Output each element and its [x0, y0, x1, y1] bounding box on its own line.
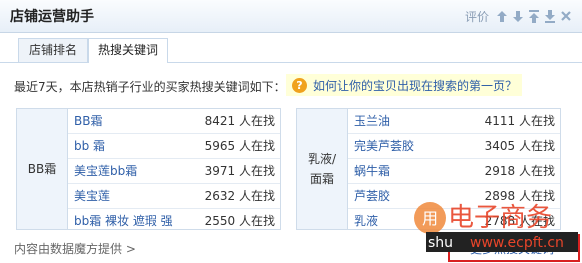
- category-line-2: 面霜: [309, 172, 334, 186]
- search-count: 2550 人在找: [204, 214, 275, 228]
- question-link[interactable]: 如何让你的宝贝出现在搜索的第一页？: [313, 77, 517, 94]
- question-icon: ?: [292, 77, 307, 93]
- move-bottom-icon[interactable]: [544, 10, 556, 23]
- category-label: BB霜: [17, 109, 68, 229]
- keyword-link[interactable]: bb 霜: [74, 134, 105, 158]
- watermark-logo: 用 电子商务 shu www.ecpft.cn: [414, 202, 578, 252]
- table-row: BB霜 8421 人在找: [68, 109, 280, 134]
- keyword-link[interactable]: bb霜 裸妆 遮瑕 强: [74, 209, 173, 233]
- data-source-link[interactable]: 内容由数据魔方提供 >: [14, 240, 136, 257]
- svg-text:电子商务: 电子商务: [448, 203, 552, 233]
- search-count: 2632 人在找: [204, 189, 275, 203]
- move-down-icon[interactable]: [512, 10, 524, 23]
- close-icon[interactable]: [560, 10, 572, 23]
- move-top-icon[interactable]: [528, 10, 540, 23]
- category-line-1: 乳液/: [307, 152, 337, 166]
- tab-bar: 店铺排名 热搜关键词: [0, 38, 582, 63]
- table-row: 蜗牛霜 2918 人在找: [348, 159, 560, 184]
- table-row: bb霜 裸妆 遮瑕 强 2550 人在找: [68, 209, 280, 233]
- keyword-link[interactable]: 美宝莲: [74, 184, 110, 208]
- question-box: ? 如何让你的宝贝出现在搜索的第一页？: [286, 74, 522, 96]
- panel-header: 店铺运营助手 评价: [0, 0, 582, 33]
- svg-text:shu: shu: [428, 235, 453, 251]
- category-label: 乳液/面霜: [297, 109, 348, 229]
- search-count: 2918 人在找: [484, 164, 555, 178]
- header-actions: 评价: [465, 8, 572, 25]
- svg-text:用: 用: [422, 209, 438, 228]
- keyword-table-bb: BB霜 BB霜 8421 人在找 bb 霜 5965 人在找 美宝莲bb霜 3971 …: [16, 108, 281, 230]
- keyword-link[interactable]: 美宝莲bb霜: [74, 159, 137, 183]
- search-count: 8421 人在找: [204, 114, 275, 128]
- search-count: 3405 人在找: [484, 139, 555, 153]
- search-count: 4111 人在找: [484, 114, 555, 128]
- search-count: 5965 人在找: [204, 139, 275, 153]
- keyword-link[interactable]: 蜗牛霜: [354, 159, 390, 183]
- keyword-link[interactable]: 玉兰油: [354, 109, 390, 133]
- table-row: bb 霜 5965 人在找: [68, 134, 280, 159]
- keyword-link[interactable]: 乳液: [354, 209, 378, 233]
- keyword-link[interactable]: 芦荟胶: [354, 184, 390, 208]
- keyword-link[interactable]: 完美芦荟胶: [354, 134, 414, 158]
- intro-text: 最近7天，本店热销子行业的买家热搜关键词如下：: [14, 80, 286, 94]
- rate-link[interactable]: 评价: [465, 8, 489, 25]
- keyword-link[interactable]: BB霜: [74, 109, 102, 133]
- move-up-icon[interactable]: [496, 10, 508, 23]
- tab-hot-keywords[interactable]: 热搜关键词: [88, 38, 168, 63]
- table-row: 完美芦荟胶 3405 人在找: [348, 134, 560, 159]
- table-row: 美宝莲bb霜 3971 人在找: [68, 159, 280, 184]
- panel-title: 店铺运营助手: [10, 9, 94, 25]
- table-row: 玉兰油 4111 人在找: [348, 109, 560, 134]
- svg-text:www.ecpft.cn: www.ecpft.cn: [470, 235, 564, 251]
- table-row: 美宝莲 2632 人在找: [68, 184, 280, 209]
- tab-store-ranking[interactable]: 店铺排名: [18, 38, 88, 62]
- search-count: 3971 人在找: [204, 164, 275, 178]
